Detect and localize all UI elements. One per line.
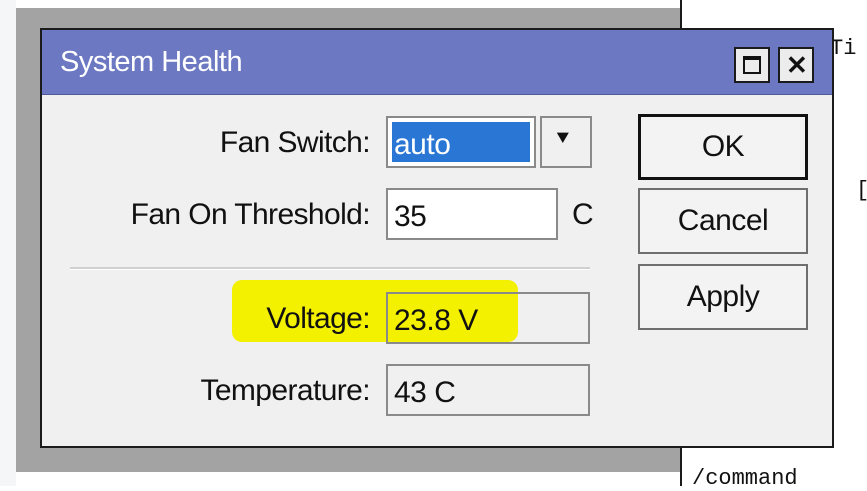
fan-threshold-unit: C: [572, 198, 594, 231]
fan-switch-value: auto: [392, 122, 530, 162]
title-bar[interactable]: System Health ✕: [42, 30, 832, 95]
fan-threshold-label: Fan On Threshold:: [130, 198, 371, 231]
fan-switch-select[interactable]: auto: [386, 116, 536, 168]
close-button[interactable]: ✕: [778, 47, 814, 83]
temperature-value: 43 C: [386, 364, 590, 416]
apply-button[interactable]: Apply: [638, 264, 808, 330]
temperature-label: Temperature:: [200, 374, 370, 407]
fan-switch-dropdown-button[interactable]: ⯆: [540, 116, 592, 168]
voltage-value: 23.8 V: [386, 292, 590, 344]
window-title: System Health: [60, 46, 243, 78]
separator: [70, 267, 590, 270]
dropdown-arrow-icon: ⯆: [554, 126, 572, 151]
voltage-label: Voltage:: [266, 302, 370, 335]
system-health-dialog: System Health ✕ Fan Switch: auto ⯆ Fan O…: [40, 28, 834, 448]
background-margin: [0, 0, 16, 486]
close-icon: ✕: [786, 50, 808, 80]
terminal-text-fragment: [: [856, 178, 867, 203]
maximize-button[interactable]: [734, 47, 770, 83]
fan-threshold-input[interactable]: 35: [386, 188, 558, 240]
cancel-button[interactable]: Cancel: [638, 188, 808, 254]
terminal-command-text: /command: [692, 466, 798, 491]
maximize-icon: [743, 56, 761, 74]
fan-switch-label: Fan Switch:: [219, 126, 371, 159]
ok-button[interactable]: OK: [638, 114, 808, 180]
